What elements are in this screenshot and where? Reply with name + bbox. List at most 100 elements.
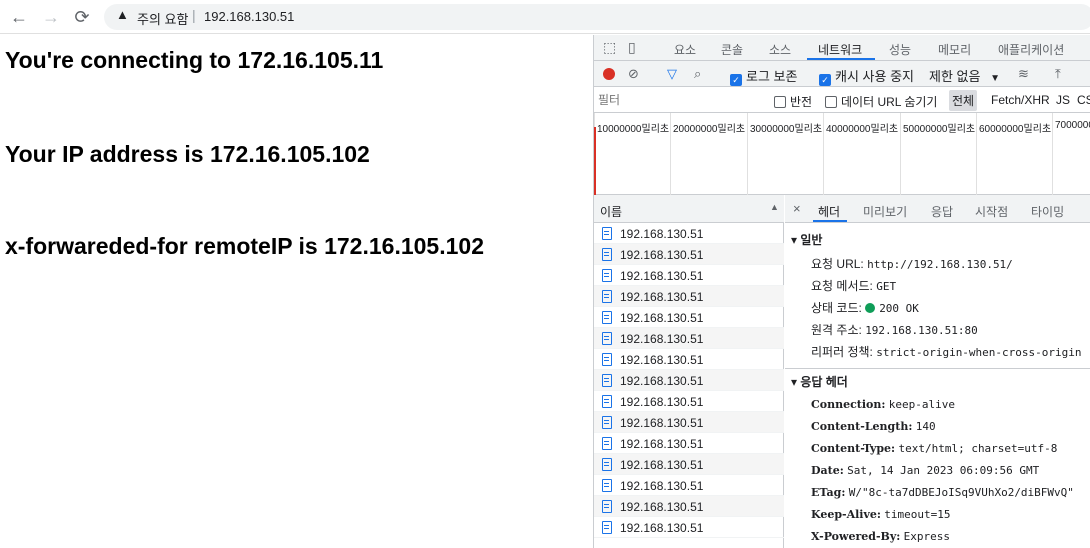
invert-checkbox[interactable]: 반전 (774, 93, 812, 110)
forwarded-for-text: x-forwareded-for remoteIP is 172.16.105.… (5, 233, 484, 259)
name-column-header[interactable]: 이름 ▲ (594, 195, 784, 223)
request-row[interactable]: 192.168.130.51 (594, 433, 784, 454)
header-key: Date: (811, 464, 844, 477)
header-value: Sat, 14 Jan 2023 06:09:56 GMT (847, 464, 1040, 477)
tab-elements[interactable]: 요소 (674, 41, 696, 58)
security-label[interactable]: 주의 요함 (137, 9, 188, 28)
document-icon (602, 332, 612, 345)
reload-icon[interactable]: ⟳ (71, 6, 93, 28)
general-row: 원격 주소: 192.168.130.51:80 (811, 321, 978, 338)
request-row[interactable]: 192.168.130.51 (594, 391, 784, 412)
filter-type-fetch-xhr[interactable]: Fetch/XHR (991, 93, 1050, 107)
back-arrow-icon[interactable]: ← (8, 6, 30, 28)
record-icon[interactable] (603, 68, 615, 80)
tab-preview[interactable]: 미리보기 (863, 203, 907, 220)
timeline-tick: 40000000밀리초 (823, 113, 898, 195)
close-icon[interactable]: × (793, 201, 801, 216)
connecting-text: You're connecting to 172.16.105.11 (5, 47, 384, 73)
document-icon (602, 248, 612, 261)
header-value: 200 OK (879, 302, 919, 315)
request-row[interactable]: 192.168.130.51 (594, 412, 784, 433)
request-row[interactable]: 192.168.130.51 (594, 349, 784, 370)
tab-application[interactable]: 애플리케이션 (998, 41, 1064, 58)
status-ok-icon (865, 303, 876, 313)
document-icon (602, 521, 612, 534)
response-header-row: Date: Sat, 14 Jan 2023 06:09:56 GMT (811, 463, 1039, 477)
disable-cache-checkbox[interactable]: ✓ 캐시 사용 중지 (819, 66, 914, 86)
response-header-row: Keep-Alive: timeout=15 (811, 507, 951, 521)
general-row: 요청 메서드: GET (811, 277, 896, 294)
import-har-icon[interactable]: ⤒ (1055, 66, 1061, 82)
header-value: 140 (915, 420, 936, 433)
clear-icon[interactable]: ⊘ (628, 66, 639, 82)
tab-memory[interactable]: 메모리 (938, 41, 971, 58)
hide-data-urls-checkbox[interactable]: 데이터 URL 숨기기 (825, 93, 937, 110)
network-toolbar: ⊘ ▽ ⌕ ✓ 로그 보존 ✓ 캐시 사용 중지 제한 없음 ▼ ≋ ⤒ (594, 61, 1090, 87)
tab-sources[interactable]: 소스 (769, 41, 791, 58)
request-row[interactable]: 192.168.130.51 (594, 223, 784, 244)
filter-type-all[interactable]: 전체 (949, 90, 978, 111)
tab-network[interactable]: 네트워크 (818, 41, 862, 58)
request-row[interactable]: 192.168.130.51 (594, 265, 784, 286)
network-conditions-icon[interactable]: ≋ (1018, 66, 1029, 82)
inspect-element-icon[interactable]: ⬚ (603, 39, 616, 56)
document-icon (602, 500, 612, 513)
filter-type-js[interactable]: JS (1056, 93, 1070, 107)
response-headers-section-title[interactable]: ▾ 응답 헤더 (791, 373, 848, 390)
timeline-tick: 30000000밀리초 (747, 113, 822, 195)
request-name: 192.168.130.51 (620, 521, 704, 535)
response-header-row: Content-Type: text/html; charset=utf-8 (811, 441, 1057, 455)
timeline-overview[interactable]: 10000000밀리초 20000000밀리초 30000000밀리초 4000… (594, 113, 1090, 195)
response-header-row: Connection: keep-alive (811, 397, 955, 411)
preserve-log-checkbox[interactable]: ✓ 로그 보존 (730, 66, 797, 86)
request-name: 192.168.130.51 (620, 458, 704, 472)
devtools-tabbar: ⬚ ▯ 요소 콘솔 소스 네트워크 성능 메모리 애플리케이션 (594, 35, 1090, 61)
tab-performance[interactable]: 성능 (889, 41, 911, 58)
request-name: 192.168.130.51 (620, 332, 704, 346)
forward-arrow-icon[interactable]: → (40, 6, 62, 28)
header-key: Keep-Alive: (811, 508, 881, 521)
request-name: 192.168.130.51 (620, 353, 704, 367)
general-section-title[interactable]: ▾ 일반 (791, 231, 822, 248)
dropdown-arrow-icon: ▼ (990, 73, 1000, 84)
throttle-select[interactable]: 제한 없음 ▼ (929, 66, 1000, 85)
filter-icon[interactable]: ▽ (667, 66, 677, 82)
tab-timing[interactable]: 타이밍 (1031, 203, 1064, 220)
device-toolbar-icon[interactable]: ▯ (628, 39, 636, 56)
active-tab-indicator (807, 58, 875, 60)
devtools-panel: ⬚ ▯ 요소 콘솔 소스 네트워크 성능 메모리 애플리케이션 ⊘ ▽ ⌕ ✓ 로… (593, 35, 1090, 548)
request-row[interactable]: 192.168.130.51 (594, 244, 784, 265)
request-row[interactable]: 192.168.130.51 (594, 517, 784, 538)
tab-initiator[interactable]: 시작점 (975, 203, 1008, 220)
sort-ascending-icon: ▲ (770, 202, 779, 212)
tab-console[interactable]: 콘솔 (721, 41, 743, 58)
url-text[interactable]: 192.168.130.51 (204, 9, 294, 24)
request-row[interactable]: 192.168.130.51 (594, 286, 784, 307)
document-icon (602, 479, 612, 492)
request-name: 192.168.130.51 (620, 416, 704, 430)
header-value: timeout=15 (884, 508, 951, 521)
warning-icon[interactable]: ▲ (116, 7, 129, 22)
page-content: You're connecting to 172.16.105.11 Your … (0, 35, 593, 548)
request-row[interactable]: 192.168.130.51 (594, 496, 784, 517)
filter-input[interactable] (598, 90, 758, 110)
header-key: Content-Length: (811, 420, 913, 433)
request-row[interactable]: 192.168.130.51 (594, 475, 784, 496)
general-row: 요청 URL: http://192.168.130.51/ (811, 255, 1013, 272)
document-icon (602, 416, 612, 429)
request-row[interactable]: 192.168.130.51 (594, 307, 784, 328)
tab-headers[interactable]: 헤더 (818, 203, 840, 220)
filter-type-css[interactable]: CS (1077, 93, 1090, 107)
request-row[interactable]: 192.168.130.51 (594, 328, 784, 349)
header-value: strict-origin-when-cross-origin (876, 346, 1082, 359)
request-row[interactable]: 192.168.130.51 (594, 454, 784, 475)
tab-response[interactable]: 응답 (931, 203, 953, 220)
request-row[interactable]: 192.168.130.51 (594, 370, 784, 391)
search-icon[interactable]: ⌕ (694, 66, 701, 82)
general-row: 상태 코드: 200 OK (811, 299, 919, 316)
request-name: 192.168.130.51 (620, 311, 704, 325)
timeline-tick: 60000000밀리초 (976, 113, 1051, 195)
document-icon (602, 227, 612, 240)
header-key: 상태 코드: (811, 301, 862, 315)
address-bar[interactable]: ▲ 주의 요함 | 192.168.130.51 (104, 4, 1090, 30)
